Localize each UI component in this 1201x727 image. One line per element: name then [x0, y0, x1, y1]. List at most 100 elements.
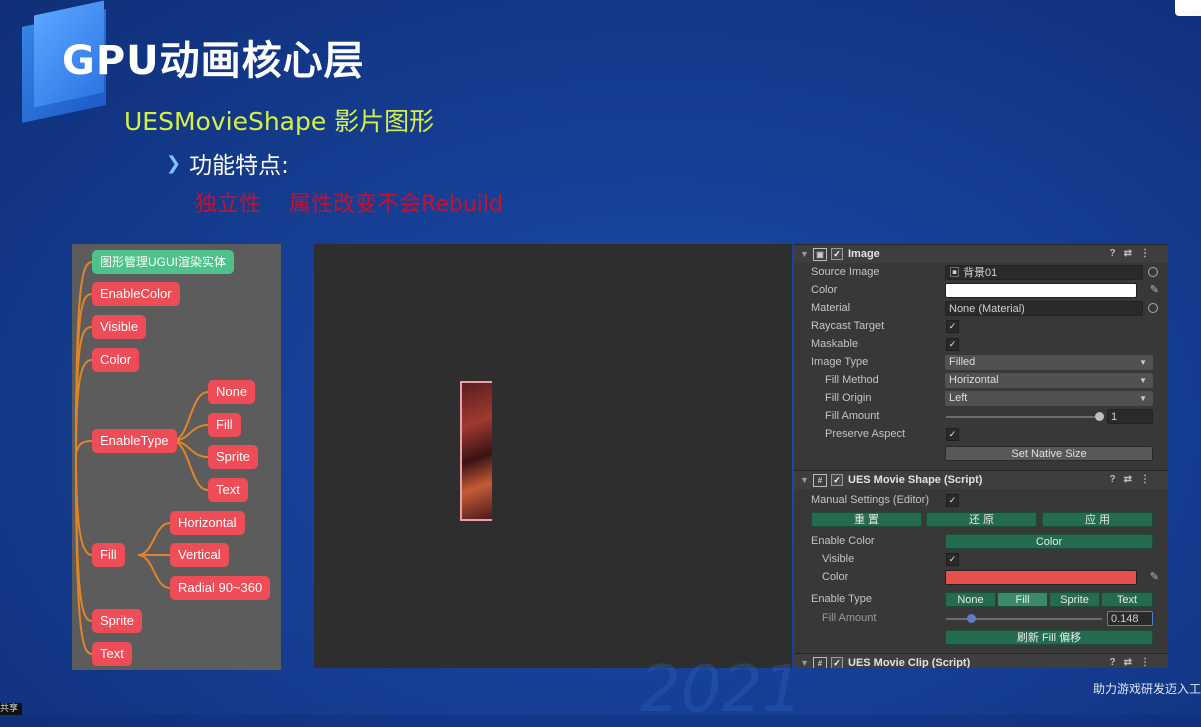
- shape-fill-amount-field[interactable]: 0.148: [1107, 611, 1153, 626]
- mindmap-node-enable-color: EnableColor: [92, 282, 180, 306]
- image-enabled-checkbox[interactable]: ✓: [831, 248, 843, 260]
- image-type-row: Image Type Filled ▼: [794, 354, 1168, 372]
- reset-button[interactable]: 重 置: [811, 512, 922, 527]
- movie-shape-component-header[interactable]: ▼ # ✓ UES Movie Shape (Script) ?⇄⋮: [794, 470, 1168, 489]
- object-picker-icon[interactable]: [1148, 267, 1158, 277]
- movie-clip-component-header[interactable]: ▼ # ✓ UES Movie Clip (Script) ?⇄⋮: [794, 653, 1168, 668]
- shape-fill-amount-row: Fill Amount 0.148: [794, 610, 1168, 628]
- mindmap-node-enable-type: EnableType: [92, 429, 177, 453]
- footer-left-label: 共享: [0, 703, 22, 715]
- revert-button[interactable]: 还 原: [926, 512, 1037, 527]
- image-type-value: Filled: [949, 356, 976, 368]
- enable-type-text-tab[interactable]: Text: [1101, 592, 1153, 607]
- enable-color-row: Enable Color Color: [794, 533, 1168, 551]
- raycast-label: Raycast Target: [811, 320, 885, 332]
- preserve-aspect-row: Preserve Aspect ✓: [794, 426, 1168, 444]
- image-fill-amount-field[interactable]: 1: [1107, 409, 1153, 424]
- material-field[interactable]: None (Material): [945, 301, 1143, 316]
- script-icon: #: [813, 657, 827, 668]
- year-watermark: 2021: [640, 653, 803, 727]
- feature-heading-text: 功能特点:: [189, 153, 289, 179]
- dropdown-arrow-icon: ▼: [1139, 394, 1147, 403]
- preserve-aspect-checkbox[interactable]: ✓: [946, 428, 959, 441]
- movie-clip-component-title: UES Movie Clip (Script): [848, 657, 971, 668]
- fill-origin-dropdown[interactable]: Left ▼: [945, 391, 1153, 406]
- feature-heading: ❯ 功能特点:: [166, 146, 289, 180]
- enable-color-toggle[interactable]: Color: [945, 534, 1153, 549]
- eyedropper-icon[interactable]: ✎: [1150, 570, 1159, 583]
- enable-type-none-tab[interactable]: None: [945, 592, 996, 607]
- corner-logo-text: MAKE: [1181, 9, 1201, 17]
- mindmap-node-type-sprite: Sprite: [208, 445, 258, 469]
- fill-method-row: Fill Method Horizontal ▼: [794, 372, 1168, 390]
- image-color-label: Color: [811, 284, 838, 296]
- slide-subtitle: UESMovieShape 影片图形: [124, 107, 435, 136]
- fold-arrow-icon[interactable]: ▼: [800, 245, 809, 263]
- maskable-row: Maskable ✓: [794, 336, 1168, 354]
- manual-settings-checkbox[interactable]: ✓: [946, 494, 959, 507]
- manual-settings-row: Manual Settings (Editor) ✓: [794, 492, 1168, 510]
- image-component-header[interactable]: ▼ ▣ ✓ Image ?⇄⋮: [794, 244, 1168, 263]
- raycast-checkbox[interactable]: ✓: [946, 320, 959, 333]
- fill-method-label: Fill Method: [825, 374, 879, 386]
- movie-shape-component-title: UES Movie Shape (Script): [848, 474, 983, 486]
- script-icon: #: [813, 474, 827, 487]
- image-color-swatch[interactable]: [945, 283, 1137, 298]
- mindmap-node-sprite: Sprite: [92, 609, 142, 633]
- object-picker-icon[interactable]: [1148, 303, 1158, 313]
- set-native-size-button[interactable]: Set Native Size: [945, 446, 1153, 461]
- image-color-row: Color ✎: [794, 282, 1168, 300]
- image-type-dropdown[interactable]: Filled ▼: [945, 355, 1153, 370]
- movie-shape-preview[interactable]: [460, 381, 492, 521]
- preserve-aspect-label: Preserve Aspect: [825, 428, 906, 440]
- image-type-label: Image Type: [811, 356, 869, 368]
- mindmap-node-color: Color: [92, 348, 140, 372]
- source-image-field[interactable]: ▣ 背景01: [945, 265, 1143, 280]
- feature-item: 独立性: [195, 192, 262, 217]
- mindmap-node-fill-radial: Radial 90~360: [170, 576, 271, 600]
- enable-type-label: Enable Type: [811, 593, 872, 605]
- enable-color-label: Enable Color: [811, 535, 875, 547]
- footer-credit: 助力游戏研发迈入工: [1092, 682, 1201, 696]
- shape-color-swatch[interactable]: [945, 570, 1137, 585]
- component-tools[interactable]: ?⇄⋮: [1110, 471, 1159, 489]
- visible-row: Visible ✓: [794, 551, 1168, 569]
- enable-type-fill-tab[interactable]: Fill: [997, 592, 1048, 607]
- maskable-label: Maskable: [811, 338, 859, 350]
- dropdown-arrow-icon: ▼: [1139, 376, 1147, 385]
- apply-button[interactable]: 应 用: [1042, 512, 1153, 527]
- enable-type-sprite-tab[interactable]: Sprite: [1049, 592, 1100, 607]
- material-label: Material: [811, 302, 851, 314]
- image-component-icon: ▣: [813, 248, 827, 261]
- source-image-label: Source Image: [811, 266, 880, 278]
- source-image-row: Source Image ▣ 背景01: [794, 264, 1168, 282]
- image-fill-amount-label: Fill Amount: [825, 410, 880, 422]
- mindmap-panel: 图形管理UGUI渲染实体 EnableColor Visible Color E…: [72, 244, 281, 670]
- inspector-panel: ▼ ▣ ✓ Image ?⇄⋮ Source Image ▣ 背景01 Colo…: [794, 244, 1168, 668]
- source-image-value: 背景01: [963, 267, 998, 279]
- dropdown-arrow-icon: ▼: [1139, 358, 1147, 367]
- visible-checkbox[interactable]: ✓: [946, 553, 959, 566]
- image-fill-slider-track[interactable]: [946, 416, 1102, 418]
- movie-shape-enabled-checkbox[interactable]: ✓: [831, 474, 843, 486]
- shape-color-row: Color ✎: [794, 569, 1168, 587]
- scene-view[interactable]: [314, 244, 792, 668]
- visible-label: Visible: [822, 553, 855, 565]
- maskable-checkbox[interactable]: ✓: [946, 338, 959, 351]
- shape-fill-slider-knob[interactable]: [967, 614, 976, 623]
- mindmap-node-visible: Visible: [92, 315, 147, 339]
- movie-clip-enabled-checkbox[interactable]: ✓: [831, 657, 843, 668]
- eyedropper-icon[interactable]: ✎: [1150, 283, 1159, 296]
- mindmap-node-type-none: None: [208, 380, 256, 404]
- raycast-row: Raycast Target ✓: [794, 318, 1168, 336]
- component-tools[interactable]: ?⇄⋮: [1110, 245, 1159, 263]
- component-tools[interactable]: ?⇄⋮: [1110, 654, 1159, 668]
- fill-origin-label: Fill Origin: [825, 392, 872, 404]
- image-fill-slider-knob[interactable]: [1095, 412, 1104, 421]
- refresh-fill-offset-button[interactable]: 刷新 Fill 偏移: [945, 630, 1153, 645]
- fold-arrow-icon[interactable]: ▼: [800, 471, 809, 489]
- mindmap-node-type-fill: Fill: [208, 413, 241, 437]
- fill-method-value: Horizontal: [949, 374, 999, 386]
- fill-method-dropdown[interactable]: Horizontal ▼: [945, 373, 1153, 388]
- slide-title: GPU动画核心层: [62, 38, 365, 84]
